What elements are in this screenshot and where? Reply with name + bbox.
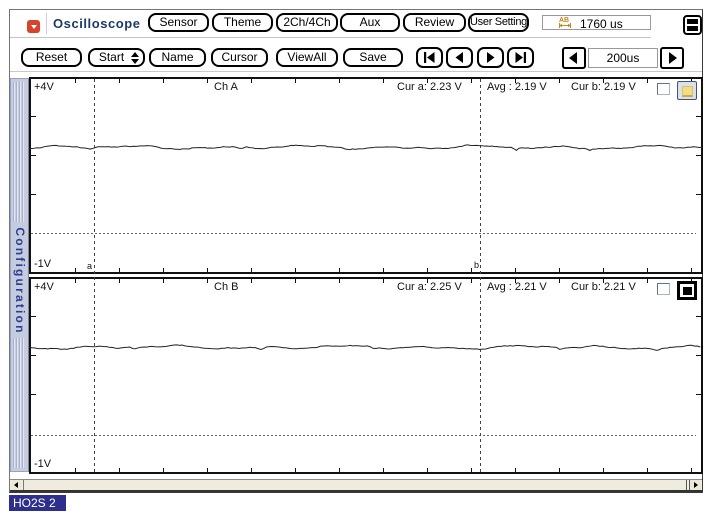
svg-text:AB: AB	[559, 17, 569, 24]
